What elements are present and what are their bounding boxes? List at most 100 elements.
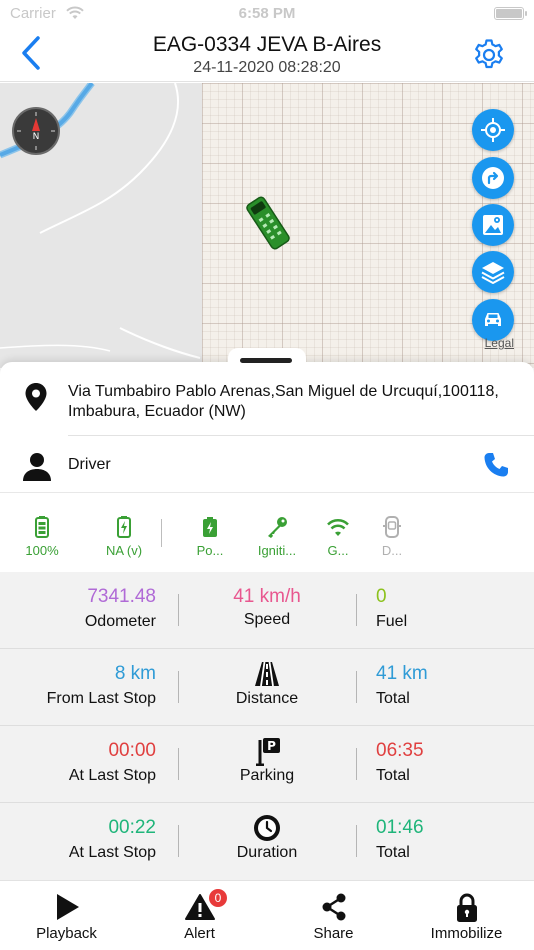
duration-total-cell: 01:46 Total (356, 803, 534, 880)
sensor-voltage-label: NA (v) (105, 543, 143, 558)
tab-alert-label: Alert (184, 925, 215, 942)
page-title: EAG-0334 JEVA B-Aires (152, 33, 382, 56)
person-icon (23, 453, 51, 481)
driver-row: Driver (0, 437, 534, 492)
page-subtitle-timestamp: 24-11-2020 08:28:20 (193, 59, 341, 76)
clock: 6:58 PM (238, 5, 296, 22)
status-bar: Carrier 6:58 PM (0, 0, 534, 28)
parking-total-cell: 06:35 Total (356, 726, 534, 803)
parking-total-value: 06:35 (376, 740, 424, 761)
power-icon (203, 517, 217, 537)
duration-total-value: 01:46 (376, 817, 424, 838)
sensor-ignition[interactable]: Igniti... (245, 515, 309, 558)
road-icon (255, 661, 279, 687)
odometer-value: 7341.48 (87, 586, 156, 607)
from-last-stop-label: From Last Stop (46, 690, 156, 707)
tab-playback-label: Playback (36, 925, 97, 942)
compass-button[interactable]: N (12, 107, 60, 155)
stats-row-duration: 00:22 At Last Stop Duration 01:46 Total (0, 803, 534, 880)
from-last-stop-cell: 8 km From Last Stop (0, 649, 178, 726)
fuel-label: Fuel (376, 613, 408, 630)
duration-last-stop-value: 00:22 (108, 817, 156, 838)
svg-text:P: P (267, 739, 276, 753)
total-distance-label: Total (376, 690, 410, 707)
directions-button[interactable] (472, 157, 514, 199)
sensor-door-label: D... (381, 543, 403, 558)
distance-cell: Distance (178, 649, 356, 726)
vehicle-marker-icon[interactable] (242, 195, 294, 251)
sensor-battery: 100% (10, 515, 74, 558)
map-pin-image-icon (483, 215, 503, 235)
driver-label: Driver (68, 456, 111, 473)
layers-icon (481, 262, 505, 284)
duration-label: Duration (236, 844, 298, 861)
tab-share[interactable]: Share (267, 881, 400, 950)
parking-label: Parking (239, 767, 295, 784)
fuel-cell: 0 Fuel (356, 572, 534, 649)
door-icon (383, 516, 401, 538)
tab-immobilize[interactable]: Immobilize (400, 881, 533, 950)
odometer-cell: 7341.48 Odometer (0, 572, 178, 649)
gear-icon (475, 39, 503, 69)
map-image-button[interactable] (472, 204, 514, 246)
duration-last-stop-cell: 00:22 At Last Stop (0, 803, 178, 880)
compass-n-label: N (33, 132, 40, 142)
play-icon (56, 894, 79, 920)
vehicle-focus-button[interactable] (472, 299, 514, 341)
map-view[interactable]: N Legal (0, 83, 534, 368)
parking-cell: P Parking (178, 726, 356, 803)
locate-button[interactable] (472, 109, 514, 151)
directions-icon (482, 167, 504, 189)
speed-label: Speed (243, 611, 291, 628)
sensor-voltage: NA (v) (92, 515, 156, 558)
phone-icon (484, 453, 508, 477)
layers-button[interactable] (472, 251, 514, 293)
settings-button[interactable] (472, 38, 506, 72)
sensor-gps-label: G... (327, 543, 349, 558)
battery-status-icon (494, 7, 527, 20)
sensor-status-row: 100% NA (v) Po... Igniti... G... D... (0, 492, 534, 572)
share-icon (322, 893, 345, 921)
stats-row-parking: 00:00 At Last Stop P Parking 06:35 Total (0, 726, 534, 803)
compass-icon: N (17, 112, 55, 150)
parking-icon: P (256, 738, 280, 766)
legal-link[interactable]: Legal (485, 336, 514, 350)
sensor-battery-label: 100% (25, 543, 59, 558)
location-pin-icon (25, 383, 47, 411)
sensor-power-label: Po... (196, 543, 224, 558)
odometer-label: Odometer (84, 613, 156, 630)
stats-row-odometer: 7341.48 Odometer 41 km/h Speed 0 Fuel (0, 572, 534, 649)
clock-icon (254, 815, 280, 841)
header: Carrier 6:58 PM EAG-0334 JEVA B-Aires 24… (0, 0, 534, 82)
bottom-tab-bar: Playback 0 Alert Share Immobilize (0, 880, 534, 950)
total-distance-value: 41 km (376, 663, 428, 684)
trip-stats-grid: 7341.48 Odometer 41 km/h Speed 0 Fuel 8 … (0, 572, 534, 880)
gps-signal-icon (327, 519, 349, 536)
from-last-stop-value: 8 km (114, 663, 156, 684)
address-text: Via Tumbabiro Pablo Arenas,San Miguel de… (68, 383, 499, 420)
call-driver-button[interactable] (482, 451, 510, 479)
car-icon (485, 313, 501, 326)
battery-charging-icon (117, 516, 131, 538)
parking-total-label: Total (376, 767, 410, 784)
tab-playback[interactable]: Playback (0, 881, 133, 950)
distance-label: Distance (235, 690, 299, 707)
tab-alert[interactable]: 0 Alert (133, 881, 266, 950)
address-row: Via Tumbabiro Pablo Arenas,San Miguel de… (0, 362, 534, 437)
alert-count-badge: 0 (209, 889, 227, 907)
duration-cell: Duration (178, 803, 356, 880)
tab-share-label: Share (313, 925, 354, 942)
duration-last-stop-label: At Last Stop (68, 844, 156, 861)
sensor-ignition-label: Igniti... (257, 543, 297, 558)
speed-cell: 41 km/h Speed (178, 572, 356, 649)
lock-icon (456, 893, 477, 922)
total-distance-cell: 41 km Total (356, 649, 534, 726)
speed-value: 41 km/h (233, 586, 301, 607)
battery-icon (35, 516, 49, 538)
sensor-power[interactable]: Po... (178, 515, 242, 558)
duration-total-label: Total (376, 844, 410, 861)
sensor-door[interactable]: D... (360, 515, 424, 558)
fuel-value: 0 (376, 586, 387, 607)
parking-last-stop-value: 00:00 (108, 740, 156, 761)
tab-immobilize-label: Immobilize (430, 925, 503, 942)
